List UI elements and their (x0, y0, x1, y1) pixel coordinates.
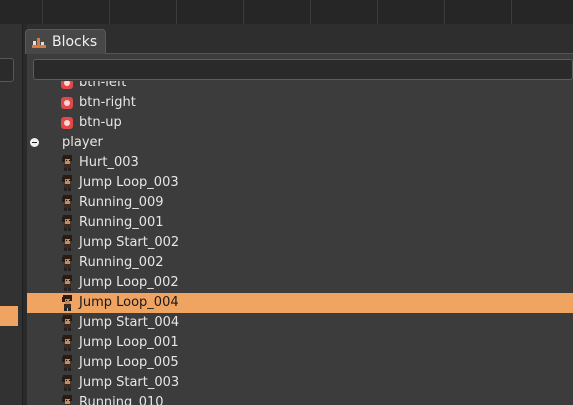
tree-item-label: Jump Loop_001 (79, 335, 179, 350)
tree-item-label: Jump Start_003 (79, 375, 180, 390)
player-sprite-icon (59, 355, 75, 371)
button-sprite-icon (61, 97, 73, 109)
grid-line (243, 0, 244, 24)
tree-item[interactable]: Running_010 (27, 393, 573, 405)
tree-item[interactable]: Running_009 (27, 193, 573, 213)
grid-line (377, 0, 378, 24)
search-input[interactable] (33, 59, 573, 80)
left-panel-selected-row[interactable] (0, 306, 18, 326)
tree-item-label: Jump Start_004 (79, 315, 180, 330)
tab-blocks-label: Blocks (52, 34, 98, 50)
player-sprite-icon (59, 315, 75, 331)
blocks-tree-list: btn-left btn-right btn-up player Hurt_003 Jum… (27, 81, 573, 405)
scene-canvas-strip[interactable] (0, 0, 573, 24)
tree-item[interactable]: btn-up (27, 113, 573, 133)
left-side-panel (0, 24, 23, 405)
player-sprite-icon (59, 175, 75, 191)
tree-item-label: Running_009 (79, 195, 164, 210)
left-panel-input[interactable] (0, 58, 14, 82)
tree-item-label: Jump Loop_004 (79, 295, 179, 310)
tree-item[interactable]: Jump Loop_001 (27, 333, 573, 353)
tree-item[interactable]: btn-right (27, 93, 573, 113)
grid-line (444, 0, 445, 24)
button-sprite-icon (61, 81, 73, 89)
tree-item[interactable]: Jump Start_003 (27, 373, 573, 393)
player-sprite-icon (59, 395, 75, 405)
tree-group[interactable]: player (27, 133, 573, 153)
tree-item[interactable]: Jump Loop_004 (27, 293, 573, 313)
grid-line (310, 0, 311, 24)
tree-item-label: btn-up (79, 115, 122, 130)
tree-item[interactable]: Jump Start_002 (27, 233, 573, 253)
tree-item[interactable]: Jump Loop_002 (27, 273, 573, 293)
tree-item[interactable]: Jump Loop_005 (27, 353, 573, 373)
button-sprite-icon (61, 117, 73, 129)
grid-line (42, 0, 43, 24)
tree-item[interactable]: Running_002 (27, 253, 573, 273)
tree-item-label: btn-left (79, 81, 127, 90)
collapse-toggle-icon[interactable] (30, 138, 39, 147)
player-sprite-icon (59, 155, 75, 171)
player-sprite-icon (59, 255, 75, 271)
tree-item-label: Running_002 (79, 255, 164, 270)
tree-item-label: Jump Loop_003 (79, 175, 179, 190)
tree-item[interactable]: Jump Start_004 (27, 313, 573, 333)
player-sprite-icon (59, 275, 75, 291)
tree-item[interactable]: btn-left (27, 81, 573, 93)
tree-item-label: Jump Loop_002 (79, 275, 179, 290)
player-sprite-icon (59, 335, 75, 351)
tree-item[interactable]: Running_001 (27, 213, 573, 233)
grid-line (511, 0, 512, 24)
player-sprite-icon (59, 295, 75, 311)
tree-item[interactable]: Hurt_003 (27, 153, 573, 173)
tree-item-label: Hurt_003 (79, 155, 139, 170)
player-sprite-icon (59, 195, 75, 211)
blocks-icon (32, 38, 46, 48)
player-sprite-icon (59, 375, 75, 391)
tree-item[interactable]: Jump Loop_003 (27, 173, 573, 193)
tree-item-label: player (62, 135, 103, 150)
tree-item-label: Jump Start_002 (79, 235, 180, 250)
grid-line (176, 0, 177, 24)
player-sprite-icon (59, 215, 75, 231)
grid-line (109, 0, 110, 24)
tree-item-label: Running_001 (79, 215, 164, 230)
tree-item-label: Running_010 (79, 395, 164, 405)
blocks-tree[interactable]: btn-left btn-right btn-up player Hurt_003 Jum… (27, 81, 573, 405)
tree-item-label: btn-right (79, 95, 136, 110)
player-sprite-icon (59, 235, 75, 251)
tree-item-label: Jump Loop_005 (79, 355, 179, 370)
blocks-panel: Blocks btn-left btn-right btn-up player Hurt… (25, 24, 573, 405)
panel-tab-bar: Blocks (25, 24, 573, 54)
tab-blocks[interactable]: Blocks (25, 29, 107, 54)
